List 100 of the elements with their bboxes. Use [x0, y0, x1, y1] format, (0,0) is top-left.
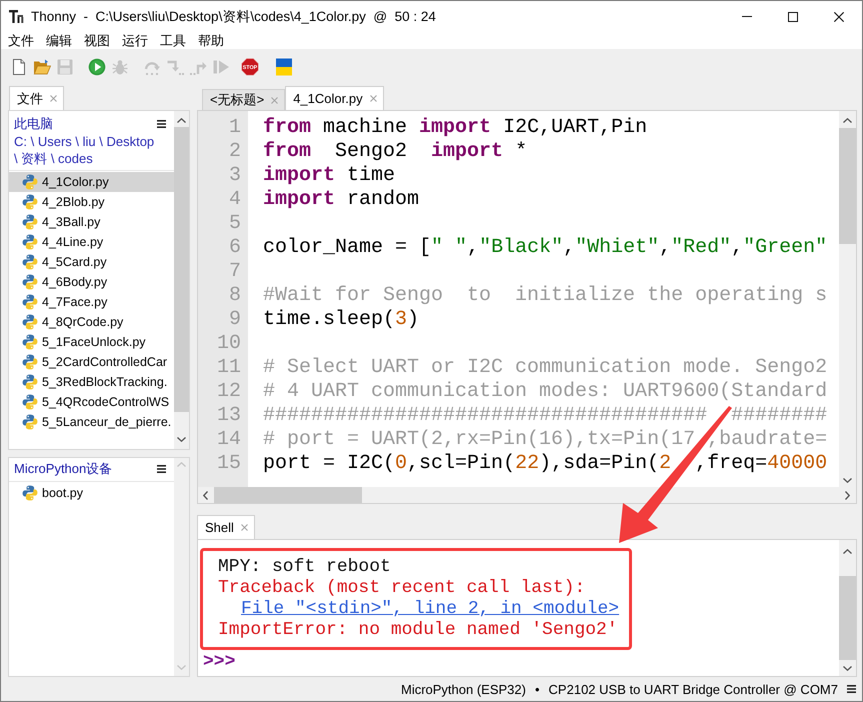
- scroll-down-icon[interactable]: [177, 437, 186, 442]
- scroll-down-icon[interactable]: [843, 478, 852, 483]
- python-file-icon: [22, 174, 38, 190]
- line-number: 5: [228, 212, 241, 236]
- menu-item[interactable]: 帮助: [198, 32, 224, 48]
- python-file-icon: [22, 214, 38, 230]
- scrollbar[interactable]: [839, 540, 856, 676]
- scrollbar[interactable]: [198, 487, 856, 503]
- tab[interactable]: 4_1Color.py: [285, 86, 384, 110]
- python-file-icon: [22, 485, 38, 501]
- scrollbar[interactable]: [839, 111, 856, 487]
- panel-header: MicroPython设备: [14, 460, 112, 478]
- code-line: from machine import I2C,UART,Pin: [263, 116, 648, 140]
- scroll-right-icon[interactable]: [845, 490, 850, 500]
- python-file-icon: [22, 334, 38, 350]
- error-message: Traceback (most recent call last):: [218, 578, 586, 599]
- tab[interactable]: <无标题>: [202, 89, 286, 110]
- line-number: 1: [228, 116, 241, 140]
- file-item[interactable]: 4_2Blob.py: [9, 192, 174, 212]
- line-number: 8: [228, 284, 241, 308]
- menu-icon[interactable]: [157, 120, 166, 128]
- code-line: color_Name = [" ","Black","Whiet","Red","Green": [263, 236, 828, 260]
- line-number: 10: [216, 332, 241, 356]
- menu-item[interactable]: 文件: [8, 32, 34, 48]
- menu-icon[interactable]: [157, 465, 166, 473]
- python-file-icon: [22, 294, 38, 310]
- python-file-icon: [22, 394, 38, 410]
- menu-item[interactable]: 编辑: [46, 32, 72, 48]
- line-number: 13: [216, 404, 241, 428]
- scrollbar-thumb[interactable]: [214, 487, 362, 503]
- new-file-icon[interactable]: [10, 58, 28, 76]
- line-number: 15: [216, 452, 241, 476]
- code-line: port = I2C(0,scl=Pin(22),sda=Pin(2 ,freq=40000: [263, 452, 828, 476]
- menu-item[interactable]: 视图: [84, 32, 110, 48]
- tab[interactable]: Shell: [197, 515, 255, 539]
- window-title: Thonny - C:\Users\liu\Desktop\资料\codes\4_1Color.py @ 50 : 24: [31, 8, 436, 26]
- file-item[interactable]: 4_5Card.py: [9, 252, 174, 272]
- python-file-icon: [22, 414, 38, 430]
- python-file-icon: [22, 354, 38, 370]
- line-number: 7: [228, 260, 241, 284]
- shell-prompt: >>>: [203, 652, 236, 673]
- python-file-icon: [22, 274, 38, 290]
- python-file-icon: [22, 194, 38, 210]
- line-number: 9: [228, 308, 241, 332]
- code-line: import time: [263, 164, 396, 188]
- tab[interactable]: 文件: [9, 86, 64, 110]
- scroll-down-icon[interactable]: [843, 666, 852, 671]
- file-item[interactable]: 5_2CardControlledCar: [9, 352, 174, 372]
- file-item[interactable]: boot.py: [9, 483, 174, 503]
- file-item[interactable]: 5_4QRcodeControlWS: [9, 392, 174, 412]
- scroll-up-icon[interactable]: [177, 118, 186, 123]
- menu-icon[interactable]: [847, 685, 856, 693]
- maximize-icon[interactable]: [788, 12, 798, 22]
- line-number: 12: [216, 380, 241, 404]
- scroll-up-icon[interactable]: [843, 549, 852, 554]
- file-item[interactable]: 5_3RedBlockTracking.: [9, 372, 174, 392]
- code-line: time.sleep(3): [263, 308, 420, 332]
- scrollbar[interactable]: [174, 111, 189, 449]
- menu-item[interactable]: 运行: [122, 32, 148, 48]
- menu-item[interactable]: 工具: [160, 32, 186, 48]
- scrollbar-thumb[interactable]: [839, 128, 856, 244]
- panel-header: 此电脑: [14, 115, 53, 133]
- python-file-icon: [22, 314, 38, 330]
- line-number: 2: [228, 140, 241, 164]
- traceback-link[interactable]: File "<stdin>", line 2, in <module>: [241, 599, 620, 620]
- scrollbar-thumb[interactable]: [839, 576, 856, 660]
- code-line: from Sengo2 import *: [263, 140, 528, 164]
- play-icon[interactable]: [88, 58, 106, 76]
- code-line: # 4 UART communication modes: UART9600(Standard: [263, 380, 828, 404]
- path-link[interactable]: \ 资料 \ codes: [14, 150, 93, 167]
- file-item[interactable]: 4_8QrCode.py: [9, 312, 174, 332]
- scroll-up-icon[interactable]: [843, 118, 852, 123]
- line-number: 4: [228, 188, 241, 212]
- line-number: 14: [216, 428, 241, 452]
- file-item[interactable]: 4_3Ball.py: [9, 212, 174, 232]
- folder-icon[interactable]: [33, 58, 51, 76]
- port-label[interactable]: CP2102 USB to UART Bridge Controller @ COM7: [548, 682, 838, 696]
- path-link[interactable]: C: \ Users \ liu \ Desktop: [14, 133, 154, 150]
- scroll-left-icon[interactable]: [203, 490, 208, 500]
- code-line: # Select UART or I2C communication mode. Sengo2: [263, 356, 828, 380]
- python-file-icon: [22, 374, 38, 390]
- scrollbar-thumb[interactable]: [174, 127, 189, 412]
- line-number: 11: [216, 356, 241, 380]
- code-line: #Wait for Sengo to initialize the operating s: [263, 284, 828, 308]
- code-line: ##################################### ########: [263, 404, 828, 428]
- close-icon[interactable]: [834, 12, 844, 22]
- file-item[interactable]: 4_4Line.py: [9, 232, 174, 252]
- line-number: 6: [228, 236, 241, 260]
- file-item[interactable]: 4_6Body.py: [9, 272, 174, 292]
- line-number: 3: [228, 164, 241, 188]
- python-file-icon: [22, 254, 38, 270]
- file-item[interactable]: 5_5Lanceur_de_pierre.: [9, 412, 174, 432]
- status-separator: •: [534, 682, 540, 696]
- code-line: import random: [263, 188, 420, 212]
- file-item[interactable]: 4_1Color.py: [9, 172, 174, 192]
- interpreter-label[interactable]: MicroPython (ESP32): [400, 682, 526, 696]
- flag-icon[interactable]: [275, 58, 293, 76]
- app-logo-icon: [9, 9, 24, 24]
- file-item[interactable]: 5_1FaceUnlock.py: [9, 332, 174, 352]
- file-item[interactable]: 4_7Face.py: [9, 292, 174, 312]
